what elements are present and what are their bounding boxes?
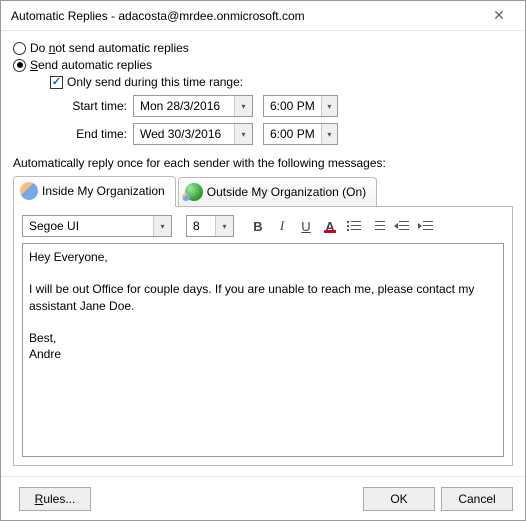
tab-strip: Inside My Organization Outside My Organi…: [13, 176, 513, 206]
button-label: OK: [390, 492, 407, 506]
close-button[interactable]: ✕: [479, 2, 519, 30]
decrease-indent-icon: [394, 219, 410, 233]
format-toolbar: Segoe UI ▾ 8 ▾ B I U A: [22, 215, 504, 237]
end-date-value: Wed 30/3/2016: [134, 127, 234, 141]
automatic-replies-dialog: Automatic Replies - adacosta@mrdee.onmic…: [0, 0, 526, 521]
start-time-value: 6:00 PM: [264, 99, 321, 113]
start-date-value: Mon 28/3/2016: [134, 99, 234, 113]
window-title: Automatic Replies - adacosta@mrdee.onmic…: [11, 9, 479, 23]
tab-inside-organization[interactable]: Inside My Organization: [13, 176, 176, 207]
increase-indent-button[interactable]: [416, 216, 436, 236]
font-name-value: Segoe UI: [23, 219, 153, 233]
italic-button[interactable]: I: [272, 216, 292, 236]
close-icon: ✕: [493, 7, 505, 24]
globe-icon: [185, 183, 203, 201]
end-time-row: End time: Wed 30/3/2016 ▾ 6:00 PM ▾: [13, 123, 513, 145]
start-time-row: Start time: Mon 28/3/2016 ▾ 6:00 PM ▾: [13, 95, 513, 117]
radio-send[interactable]: Send automatic replies: [13, 58, 513, 72]
checkbox-only-send-range[interactable]: Only send during this time range:: [50, 75, 513, 89]
rules-button[interactable]: Rules...: [19, 487, 91, 511]
color-swatch: [324, 230, 336, 233]
start-date-combo[interactable]: Mon 28/3/2016 ▾: [133, 95, 253, 117]
font-color-button[interactable]: A: [320, 216, 340, 236]
radio-do-not-send[interactable]: Do not send automatic replies: [13, 41, 513, 55]
cancel-button[interactable]: Cancel: [441, 487, 513, 511]
end-time-combo[interactable]: 6:00 PM ▾: [263, 123, 338, 145]
reply-prompt: Automatically reply once for each sender…: [13, 156, 513, 170]
dialog-footer: Rules... OK Cancel: [1, 476, 525, 520]
numbered-list-icon: [370, 219, 386, 233]
chevron-down-icon: ▾: [234, 124, 252, 144]
chevron-down-icon: ▾: [153, 216, 171, 236]
start-time-combo[interactable]: 6:00 PM ▾: [263, 95, 338, 117]
button-label: Cancel: [458, 492, 495, 506]
ok-button[interactable]: OK: [363, 487, 435, 511]
end-time-value: 6:00 PM: [264, 127, 321, 141]
end-date-combo[interactable]: Wed 30/3/2016 ▾: [133, 123, 253, 145]
tab-label: Outside My Organization (On): [207, 185, 366, 199]
bullet-list-icon: [346, 219, 362, 233]
bold-button[interactable]: B: [248, 216, 268, 236]
chevron-down-icon: ▾: [215, 216, 233, 236]
radio-label: Do not send automatic replies: [30, 41, 189, 55]
people-icon: [20, 182, 38, 200]
start-time-label: Start time:: [13, 99, 133, 113]
checkbox-icon: [50, 76, 63, 89]
bullet-list-button[interactable]: [344, 216, 364, 236]
editor-panel: Segoe UI ▾ 8 ▾ B I U A: [13, 206, 513, 466]
numbered-list-button[interactable]: [368, 216, 388, 236]
italic-icon: I: [280, 218, 284, 234]
chevron-down-icon: ▾: [234, 96, 252, 116]
button-label: Rules...: [35, 492, 76, 506]
bold-icon: B: [253, 219, 262, 234]
message-body-editor[interactable]: Hey Everyone, I will be out Office for c…: [22, 243, 504, 457]
end-time-label: End time:: [13, 127, 133, 141]
increase-indent-icon: [418, 219, 434, 233]
underline-icon: U: [301, 219, 310, 234]
font-name-combo[interactable]: Segoe UI ▾: [22, 215, 172, 237]
titlebar: Automatic Replies - adacosta@mrdee.onmic…: [1, 1, 525, 31]
tab-label: Inside My Organization: [42, 184, 165, 198]
decrease-indent-button[interactable]: [392, 216, 412, 236]
font-size-value: 8: [187, 219, 215, 233]
radio-label: Send automatic replies: [30, 58, 152, 72]
chevron-down-icon: ▾: [321, 124, 337, 144]
tab-outside-organization[interactable]: Outside My Organization (On): [178, 177, 377, 206]
radio-icon: [13, 42, 26, 55]
radio-icon: [13, 59, 26, 72]
underline-button[interactable]: U: [296, 216, 316, 236]
dialog-content: Do not send automatic replies Send autom…: [1, 31, 525, 476]
checkbox-label: Only send during this time range:: [67, 75, 243, 89]
font-size-combo[interactable]: 8 ▾: [186, 215, 234, 237]
chevron-down-icon: ▾: [321, 96, 337, 116]
